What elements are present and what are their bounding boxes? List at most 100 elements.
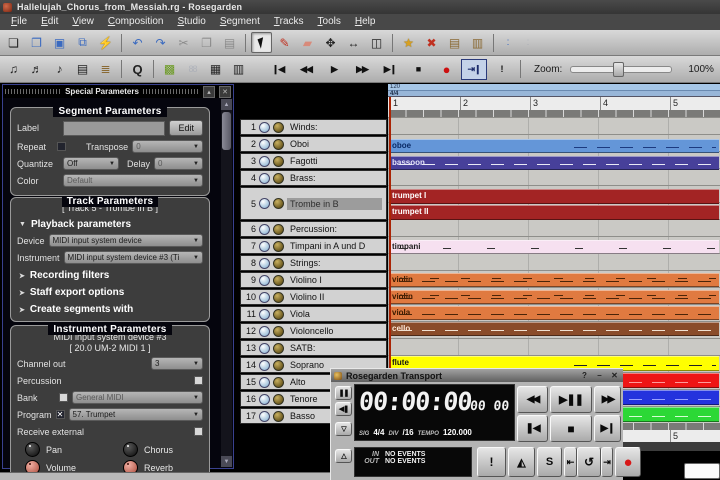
print-preview-icon[interactable]: ⧉: [72, 32, 93, 53]
scroll-up-icon[interactable]: ▲: [221, 99, 232, 110]
track-label[interactable]: Viola: [287, 308, 384, 320]
quantize-dropdown[interactable]: Off ▼: [63, 157, 119, 170]
percussion-matrix-icon[interactable]: 88: [182, 59, 203, 80]
split-tool-icon[interactable]: ◫: [366, 32, 387, 53]
mute-led-icon[interactable]: [259, 223, 270, 235]
help-button[interactable]: ?: [579, 371, 590, 381]
redo-icon[interactable]: ↷: [150, 32, 171, 53]
event-list-editor-icon[interactable]: ▤: [72, 59, 93, 80]
zoom-slider[interactable]: [570, 61, 673, 77]
unmute-all-icon[interactable]: ▥: [467, 32, 488, 53]
track-label[interactable]: Brass:: [287, 172, 384, 184]
new-file-icon[interactable]: ❏: [3, 32, 24, 53]
repeat-checkbox[interactable]: [57, 142, 66, 151]
track-row[interactable]: 9 Violino I: [240, 272, 387, 288]
track-row[interactable]: 4 Brass:: [240, 170, 387, 186]
mute-led-icon[interactable]: [259, 274, 270, 286]
track-row[interactable]: 5 Trombe in B: [240, 187, 387, 220]
record-led-icon[interactable]: [273, 359, 284, 371]
punch-in-record-button[interactable]: ⇥❙: [461, 58, 487, 80]
to-start-button[interactable]: ❚◀: [517, 415, 548, 442]
segment-trumpet-2[interactable]: trumpet II: [389, 205, 719, 220]
staff-export-options-toggle[interactable]: ➤ Staff export options: [19, 287, 203, 298]
fast-forward-button[interactable]: ▶▶: [594, 386, 621, 413]
cut-icon[interactable]: ✂: [173, 32, 194, 53]
notation-editor-alt-icon[interactable]: ♬: [26, 59, 47, 80]
mute-led-icon[interactable]: [259, 359, 270, 371]
bar-ruler-top[interactable]: 1 2 3 4 5: [388, 97, 720, 111]
recording-filters-toggle[interactable]: ➤ Recording filters: [19, 270, 203, 281]
div-value[interactable]: /16: [402, 428, 413, 437]
chorus-knob[interactable]: [123, 442, 138, 457]
tempo-ruler-icon[interactable]: ≣: [95, 59, 116, 80]
create-segments-with-toggle[interactable]: ➤ Create segments with: [19, 304, 203, 315]
track-row[interactable]: 8 Strings:: [240, 255, 387, 271]
record-led-icon[interactable]: [273, 308, 284, 320]
edit-button[interactable]: Edit: [169, 120, 203, 136]
resize-tool-icon[interactable]: ↔: [343, 32, 364, 53]
rewind-button[interactable]: ◀◀: [517, 386, 548, 413]
to-end-button[interactable]: ▶❙: [594, 415, 621, 442]
close-button[interactable]: ✕: [609, 371, 620, 381]
copy-icon[interactable]: ❐: [196, 32, 217, 53]
fast-forward-button[interactable]: ▶▶: [349, 59, 375, 80]
pan-knob[interactable]: [25, 442, 40, 457]
mute-led-icon[interactable]: [259, 308, 270, 320]
menu-edit[interactable]: Edit: [34, 14, 65, 30]
segment-timpani[interactable]: timpani: [389, 240, 719, 254]
mute-led-icon[interactable]: [259, 393, 270, 405]
bank-dropdown[interactable]: General MIDI ▼: [72, 391, 203, 404]
menu-segment[interactable]: Segment: [213, 14, 267, 30]
track-row[interactable]: 3 Fagotti: [240, 153, 387, 169]
panel-close-button[interactable]: ✕: [219, 85, 232, 98]
solo-button[interactable]: !: [477, 447, 506, 477]
mute-all-icon[interactable]: ▤: [444, 32, 465, 53]
pause-button[interactable]: ❚❚: [335, 386, 352, 400]
tempo-value[interactable]: 120.000: [443, 428, 472, 437]
segment-violin-1[interactable]: violin: [389, 273, 719, 287]
program-checkbox[interactable]: ✕: [55, 410, 65, 419]
mute-led-icon[interactable]: [259, 121, 270, 133]
track-row[interactable]: 11 Viola: [240, 306, 387, 322]
loop-start-button[interactable]: ⇤: [564, 447, 577, 477]
mute-led-icon[interactable]: [259, 172, 270, 184]
track-label[interactable]: Violino I: [287, 274, 384, 286]
instrument-dropdown[interactable]: MIDI input system device #3 (Ti ▼: [63, 251, 203, 264]
mute-led-icon[interactable]: [259, 325, 270, 337]
percussion-checkbox[interactable]: [194, 376, 203, 385]
panel-scrollbar[interactable]: ▲ ▼: [221, 99, 232, 467]
record-led-icon[interactable]: [273, 257, 284, 269]
mute-led-icon[interactable]: [259, 376, 270, 388]
mute-led-icon[interactable]: [259, 155, 270, 167]
matrix-editor-icon[interactable]: ♪: [49, 59, 70, 80]
record-button[interactable]: ●: [615, 447, 641, 477]
show-more-button[interactable]: △: [335, 449, 352, 463]
rewind-button[interactable]: ◀◀: [293, 59, 319, 80]
record-led-icon[interactable]: [273, 274, 284, 286]
mute-led-icon[interactable]: [259, 138, 270, 150]
track-row[interactable]: 13 SATB:: [240, 340, 387, 356]
panel-shade-button[interactable]: ▴: [203, 85, 216, 98]
menu-tools[interactable]: Tools: [311, 14, 348, 30]
skip-to-start-button[interactable]: ❙◀: [265, 59, 291, 80]
mute-led-icon[interactable]: [259, 240, 270, 252]
notation-editor-icon[interactable]: ♫: [3, 59, 24, 80]
drum-icon[interactable]: ▥: [228, 59, 249, 80]
menu-tracks[interactable]: Tracks: [267, 14, 311, 30]
play-button[interactable]: ▶: [321, 59, 347, 80]
undo-icon[interactable]: ↶: [127, 32, 148, 53]
skip-to-end-button[interactable]: ▶❙: [377, 59, 403, 80]
scroll-button[interactable]: S: [537, 447, 562, 477]
record-button[interactable]: ●: [433, 59, 459, 80]
tempo-ruler[interactable]: 120: [388, 84, 720, 91]
show-less-button[interactable]: ▽: [335, 422, 352, 436]
special-parameters-header[interactable]: Special Parameters ▴ ✕: [3, 85, 233, 98]
record-led-icon[interactable]: [273, 223, 284, 235]
move-track-down-icon[interactable]: :: [519, 32, 537, 53]
track-label[interactable]: Oboi: [287, 138, 384, 150]
record-led-icon[interactable]: [273, 121, 284, 133]
rewind-to-marker-button[interactable]: ◀❚: [335, 402, 352, 416]
keyboard-icon[interactable]: ▦: [205, 59, 226, 80]
track-row[interactable]: 2 Oboi: [240, 136, 387, 152]
mute-led-icon[interactable]: [259, 198, 270, 209]
